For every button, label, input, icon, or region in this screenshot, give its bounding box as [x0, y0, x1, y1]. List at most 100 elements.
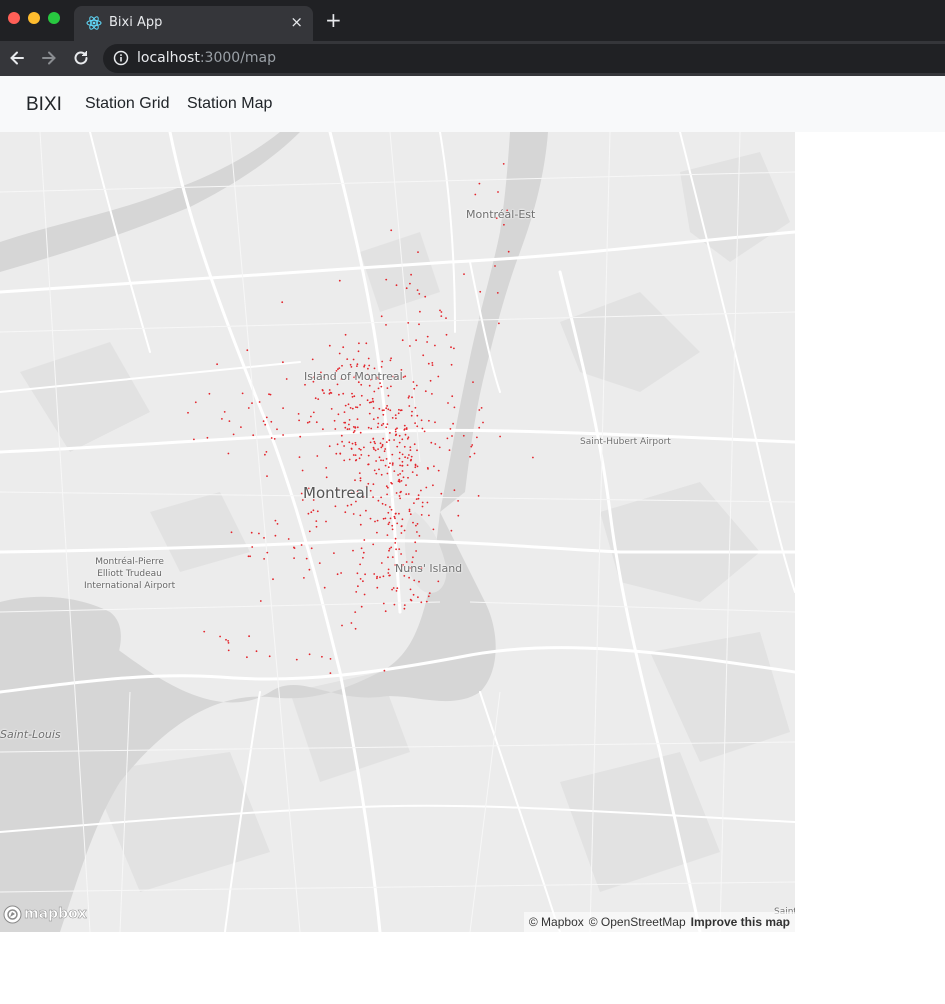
station-dot[interactable]: [391, 453, 394, 456]
station-dot[interactable]: [372, 407, 375, 409]
station-dot[interactable]: [360, 383, 363, 386]
station-dot[interactable]: [409, 449, 412, 451]
station-dot[interactable]: [416, 523, 419, 525]
station-dot[interactable]: [400, 553, 402, 555]
station-dot[interactable]: [445, 333, 448, 336]
station-dot[interactable]: [346, 428, 349, 431]
station-dot[interactable]: [329, 658, 332, 660]
station-dot[interactable]: [414, 541, 417, 544]
station-dot[interactable]: [413, 387, 416, 390]
station-dot[interactable]: [409, 282, 411, 285]
station-dot[interactable]: [385, 441, 388, 443]
station-dot[interactable]: [401, 453, 404, 456]
station-dot[interactable]: [482, 421, 484, 424]
station-dot[interactable]: [225, 638, 227, 641]
close-window-button[interactable]: [8, 12, 20, 24]
station-dot[interactable]: [398, 441, 401, 444]
station-dot[interactable]: [382, 459, 385, 462]
station-dot[interactable]: [396, 522, 399, 525]
station-dot[interactable]: [403, 607, 406, 610]
station-dot[interactable]: [439, 309, 441, 312]
map-basemap[interactable]: [0, 132, 795, 932]
station-dot[interactable]: [387, 394, 390, 397]
station-dot[interactable]: [389, 432, 391, 434]
station-dot[interactable]: [334, 505, 337, 508]
station-dot[interactable]: [378, 407, 381, 410]
station-dot[interactable]: [415, 550, 417, 552]
station-dot[interactable]: [394, 517, 396, 520]
station-dot[interactable]: [412, 521, 414, 524]
station-dot[interactable]: [330, 408, 333, 410]
station-dot[interactable]: [310, 511, 313, 514]
station-dot[interactable]: [418, 580, 420, 583]
station-dot[interactable]: [391, 556, 394, 558]
station-dot[interactable]: [360, 394, 363, 397]
station-dot[interactable]: [194, 401, 197, 404]
station-dot[interactable]: [377, 448, 379, 450]
station-dot[interactable]: [421, 505, 424, 508]
station-dot[interactable]: [341, 624, 343, 627]
station-dot[interactable]: [227, 452, 230, 455]
station-dot[interactable]: [338, 352, 341, 355]
station-dot[interactable]: [299, 435, 302, 438]
station-dot[interactable]: [375, 460, 377, 462]
station-dot[interactable]: [420, 419, 423, 422]
station-dot[interactable]: [344, 404, 347, 407]
station-dot[interactable]: [471, 444, 474, 446]
station-dot[interactable]: [446, 437, 449, 440]
station-dot[interactable]: [265, 451, 268, 453]
station-dot[interactable]: [250, 531, 253, 534]
station-dot[interactable]: [416, 414, 419, 417]
station-dot[interactable]: [432, 528, 435, 531]
station-dot[interactable]: [449, 428, 452, 430]
station-dot[interactable]: [391, 482, 393, 485]
station-dot[interactable]: [383, 669, 386, 672]
station-dot[interactable]: [382, 437, 385, 440]
station-dot[interactable]: [412, 593, 415, 596]
station-dot[interactable]: [363, 593, 366, 596]
station-dot[interactable]: [408, 508, 411, 511]
station-dot[interactable]: [416, 449, 418, 452]
station-dot[interactable]: [232, 433, 235, 436]
station-dot[interactable]: [401, 438, 404, 441]
station-dot[interactable]: [394, 434, 397, 437]
station-dot[interactable]: [404, 375, 407, 378]
station-dot[interactable]: [221, 418, 223, 420]
station-dot[interactable]: [384, 504, 387, 506]
maximize-window-button[interactable]: [48, 12, 60, 24]
station-dot[interactable]: [397, 480, 400, 483]
station-dot[interactable]: [372, 437, 375, 440]
station-dot[interactable]: [393, 470, 396, 472]
station-dot[interactable]: [287, 538, 290, 540]
station-dot[interactable]: [368, 384, 371, 387]
station-dot[interactable]: [359, 479, 362, 482]
station-dot[interactable]: [453, 347, 455, 350]
station-dot[interactable]: [351, 442, 354, 445]
attribution-mapbox-link[interactable]: © Mapbox: [529, 915, 584, 929]
station-dot[interactable]: [494, 265, 496, 267]
station-dot[interactable]: [348, 419, 351, 421]
station-dot[interactable]: [373, 440, 376, 443]
station-dot[interactable]: [352, 431, 355, 434]
station-dot[interactable]: [377, 499, 380, 502]
station-dot[interactable]: [344, 511, 347, 514]
station-dot[interactable]: [417, 497, 420, 500]
station-dot[interactable]: [389, 517, 392, 520]
station-dot[interactable]: [394, 537, 397, 540]
station-dot[interactable]: [404, 433, 407, 436]
station-dot[interactable]: [303, 577, 305, 579]
station-dot[interactable]: [380, 446, 383, 449]
station-dot[interactable]: [376, 586, 379, 589]
station-dot[interactable]: [396, 445, 399, 448]
station-dot[interactable]: [382, 575, 385, 578]
station-dot[interactable]: [440, 492, 443, 495]
station-dot[interactable]: [451, 395, 454, 398]
new-tab-button[interactable]: +: [325, 9, 342, 31]
station-dot[interactable]: [399, 464, 401, 467]
station-dot[interactable]: [419, 310, 421, 313]
station-dot[interactable]: [425, 486, 428, 489]
station-dot[interactable]: [354, 426, 357, 429]
station-dot[interactable]: [384, 448, 387, 450]
station-dot[interactable]: [321, 389, 324, 392]
station-dot[interactable]: [395, 284, 398, 287]
